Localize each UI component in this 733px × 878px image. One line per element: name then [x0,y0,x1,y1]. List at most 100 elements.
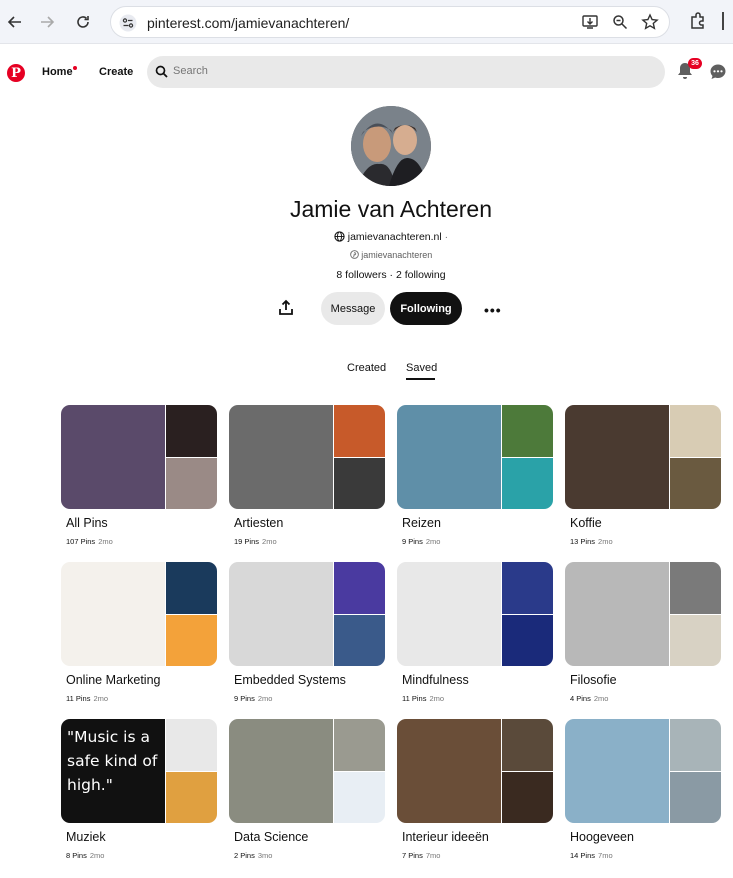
followers-count[interactable]: 8 followers [336,269,386,281]
board-cover-main-image [397,562,501,666]
board-title[interactable]: Mindfulness [402,673,469,687]
reload-icon[interactable] [72,11,94,33]
tab-saved[interactable]: Saved [406,362,437,374]
board-cover-main-image [397,719,501,823]
nav-home[interactable]: Home [42,66,73,78]
logo-letter: P [11,65,21,81]
install-app-icon[interactable] [581,13,599,36]
url-text[interactable]: pinterest.com/jamievanachteren/ [147,15,349,31]
forward-icon[interactable] [36,11,58,33]
board-title[interactable]: Online Marketing [66,673,161,687]
board-cover[interactable] [397,562,553,666]
board-meta: 2 Pins 3mo [234,851,272,860]
pinterest-small-icon [349,250,359,261]
board-title[interactable]: Data Science [234,830,308,844]
bookmark-star-icon[interactable] [641,13,659,36]
site-info-icon[interactable] [119,14,137,37]
board-cover-main-image: "Music is a safe kind of high." [61,719,165,823]
board-cover-side-images [334,562,385,666]
board-title[interactable]: Hoogeveen [570,830,634,844]
following-button[interactable]: Following [390,292,462,325]
browser-toolbar: pinterest.com/jamievanachteren/ [0,0,733,44]
board-title[interactable]: Reizen [402,516,441,530]
extensions-icon[interactable] [688,11,708,36]
board-card[interactable]: Koffie 13 Pins 2mo [565,405,721,555]
more-options-icon[interactable]: ••• [484,302,502,318]
board-card[interactable]: Mindfulness 11 Pins 2mo [397,562,553,712]
search-input[interactable]: Search [147,56,665,88]
board-cover[interactable] [397,719,553,823]
board-cover-side-images [166,562,217,666]
share-icon[interactable] [276,298,296,323]
board-card[interactable]: Online Marketing 11 Pins 2mo [61,562,217,712]
address-bar[interactable]: pinterest.com/jamievanachteren/ [110,6,670,38]
profile-website-link[interactable]: jamievanachteren.nl [348,231,442,243]
board-title[interactable]: Koffie [570,516,602,530]
board-cover-side-images [670,719,721,823]
board-meta: 9 Pins 2mo [402,537,440,546]
board-cover[interactable] [61,562,217,666]
board-cover-thumb [502,562,553,614]
board-pin-count: 9 Pins [234,694,255,703]
board-cover-thumb [670,405,721,457]
board-cover-thumb [334,614,385,666]
board-cover-side-images [502,562,553,666]
nav-create[interactable]: Create [99,66,133,78]
board-card[interactable]: Reizen 9 Pins 2mo [397,405,553,555]
board-card[interactable]: Filosofie 4 Pins 2mo [565,562,721,712]
board-card[interactable]: Interieur ideeën 7 Pins 7mo [397,719,553,869]
zoom-icon[interactable] [611,13,629,36]
message-button[interactable]: Message [321,292,385,325]
board-cover-thumb [670,719,721,771]
board-pin-count: 19 Pins [234,537,260,546]
board-cover-thumb [166,719,217,771]
board-cover[interactable] [229,719,385,823]
board-age: 2mo [89,851,105,860]
notification-count-badge: 36 [688,58,702,69]
board-card[interactable]: Data Science 2 Pins 3mo [229,719,385,869]
board-cover[interactable] [229,405,385,509]
board-cover[interactable] [229,562,385,666]
board-age: 2mo [425,537,441,546]
board-card[interactable]: Embedded Systems 9 Pins 2mo [229,562,385,712]
board-cover[interactable] [61,405,217,509]
board-title[interactable]: Filosofie [570,673,617,687]
board-cover-thumb [670,562,721,614]
home-notification-dot [73,66,77,70]
board-title[interactable]: Artiesten [234,516,283,530]
board-card[interactable]: All Pins 107 Pins 2mo [61,405,217,555]
board-card[interactable]: Hoogeveen 14 Pins 7mo [565,719,721,869]
board-title[interactable]: All Pins [66,516,108,530]
board-cover-main-image [397,405,501,509]
board-card[interactable]: Artiesten 19 Pins 2mo [229,405,385,555]
board-meta: 14 Pins 7mo [570,851,613,860]
board-meta: 11 Pins 2mo [402,694,444,703]
board-age: 2mo [93,694,109,703]
board-meta: 9 Pins 2mo [234,694,272,703]
board-card[interactable]: "Music is a safe kind of high." Muziek 8 P… [61,719,217,869]
back-icon[interactable] [4,11,26,33]
board-age: 2mo [262,537,277,546]
board-cover[interactable] [565,405,721,509]
board-title[interactable]: Interieur ideeën [402,830,489,844]
board-pin-count: 7 Pins [402,851,423,860]
board-cover-quote: "Music is a safe kind of high." [67,728,158,794]
tab-created[interactable]: Created [347,362,386,374]
board-cover[interactable] [565,719,721,823]
board-cover[interactable]: "Music is a safe kind of high." [61,719,217,823]
profile-name: Jamie van Achteren [289,196,492,222]
profile-username-row: jamievanachteren [0,250,733,261]
board-pin-count: 8 Pins [66,851,87,860]
messages-icon[interactable] [709,63,727,86]
board-cover[interactable] [565,562,721,666]
board-cover-thumb [334,405,385,457]
following-count[interactable]: 2 following [396,269,446,281]
board-age: 2mo [98,537,113,546]
pinterest-logo-icon[interactable]: P [7,64,25,82]
board-title[interactable]: Embedded Systems [234,673,346,687]
board-cover-side-images [166,405,217,509]
board-title[interactable]: Muziek [66,830,106,844]
board-cover[interactable] [397,405,553,509]
board-pin-count: 13 Pins [570,537,596,546]
board-meta: 7 Pins 7mo [402,851,440,860]
